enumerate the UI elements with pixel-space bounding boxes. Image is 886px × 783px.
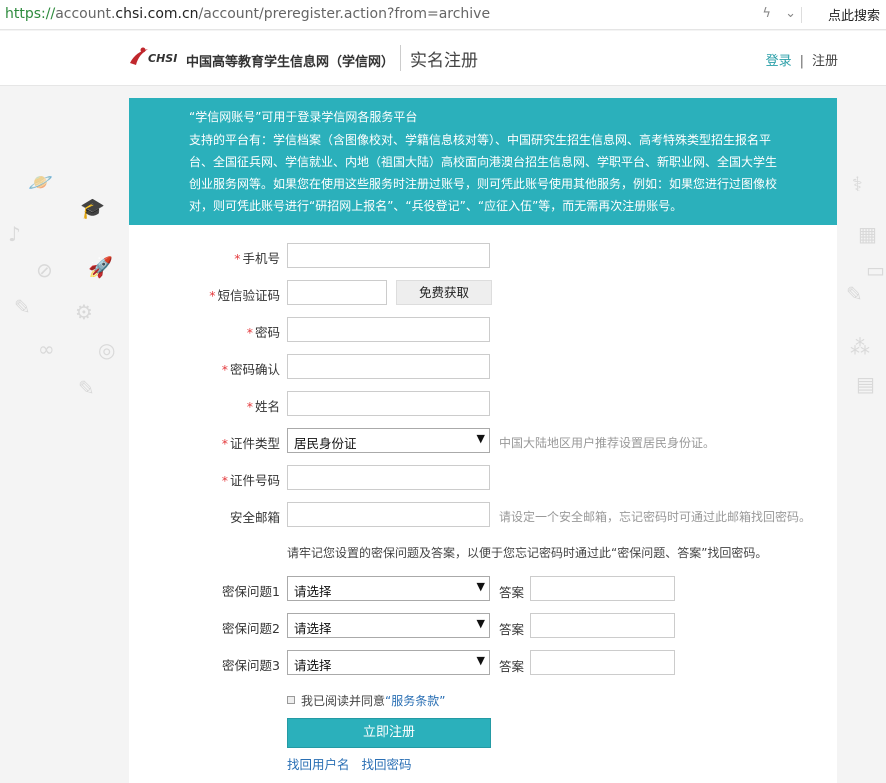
- logo-text-cn[interactable]: 中国高等教育学生信息网（学信网）: [186, 51, 394, 70]
- ruler-icon: ▭: [866, 258, 885, 282]
- id-type-select[interactable]: 居民身份证 ▼: [287, 428, 490, 453]
- phone-row: * 手机号: [129, 243, 837, 269]
- answer-2-input[interactable]: [530, 613, 675, 638]
- question-1-select[interactable]: 请选择 ▼: [287, 576, 490, 601]
- compass-icon: ⊘: [36, 258, 53, 282]
- answer-1-label: 答案: [499, 585, 525, 600]
- dropdown-arrow-icon: ▼: [476, 432, 485, 445]
- recovery-links: 找回用户名 找回密码: [287, 754, 424, 773]
- required-mark: *: [234, 251, 241, 266]
- password-confirm-input[interactable]: [287, 354, 490, 379]
- register-link[interactable]: 注册: [812, 54, 838, 69]
- register-submit-button[interactable]: 立即注册: [287, 718, 491, 748]
- lightning-icon[interactable]: ϟ: [762, 6, 771, 21]
- notice-body: 支持的平台有：学信档案（含图像校对、学籍信息核对等）、中国研究生招生信息网、高考…: [189, 133, 778, 213]
- url-scheme: https://: [5, 6, 56, 22]
- security-question-3-row: 密保问题3 请选择 ▼ 答案: [129, 650, 837, 676]
- question-2-select[interactable]: 请选择 ▼: [287, 613, 490, 638]
- chevron-down-icon[interactable]: ⌄: [785, 6, 796, 21]
- header-divider: [400, 45, 401, 71]
- get-sms-code-button[interactable]: 免费获取: [396, 280, 492, 305]
- glasses-icon: ∞: [38, 337, 55, 361]
- name-input[interactable]: [287, 391, 490, 416]
- email-row: 安全邮箱 请设定一个安全邮箱，忘记密码时可通过此邮箱找回密码。: [129, 502, 837, 528]
- terms-link[interactable]: “服务条款”: [385, 694, 445, 708]
- url-domain: chsi.com.cn: [115, 6, 199, 22]
- stethoscope-icon: ⚕: [852, 172, 863, 196]
- id-number-input[interactable]: [287, 465, 490, 490]
- page-title: 实名注册: [410, 51, 478, 71]
- phone-label: * 手机号: [234, 251, 280, 266]
- site-header: CHSI 中国高等教育学生信息网（学信网） 实名注册 登录 | 注册: [0, 31, 886, 86]
- password-label: * 密码: [246, 325, 280, 340]
- id-type-hint: 中国大陆地区用户推荐设置居民身份证。: [499, 436, 716, 450]
- find-password-link[interactable]: 找回密码: [362, 757, 412, 772]
- search-button[interactable]: 点此搜索: [828, 5, 880, 24]
- question-1-label: 密保问题1: [222, 584, 280, 599]
- name-row: * 姓名: [129, 391, 837, 417]
- security-question-1-row: 密保问题1 请选择 ▼ 答案: [129, 576, 837, 602]
- toolbar-divider: [801, 7, 802, 23]
- login-link[interactable]: 登录: [766, 54, 792, 69]
- agree-checkbox[interactable]: [287, 696, 295, 704]
- book-icon: ▤: [856, 372, 875, 396]
- notice-banner: “学信网账号”可用于登录学信网各服务平台 支持的平台有：学信档案（含图像校对、学…: [129, 98, 837, 225]
- question-2-label: 密保问题2: [222, 621, 280, 636]
- pencil-icon: ✎: [14, 295, 31, 319]
- rocket-icon: 🚀: [88, 255, 113, 279]
- find-username-link[interactable]: 找回用户名: [287, 757, 350, 772]
- password-confirm-row: * 密码确认: [129, 354, 837, 380]
- security-question-note: 请牢记您设置的密保问题及答案，以便于您忘记密码时通过此“密保问题、答案”找回密码…: [287, 546, 768, 560]
- question-3-select[interactable]: 请选择 ▼: [287, 650, 490, 675]
- dropdown-arrow-icon: ▼: [476, 580, 485, 593]
- molecule-icon: ⁂: [850, 335, 870, 359]
- email-input[interactable]: [287, 502, 490, 527]
- logo-text-en: CHSI: [148, 52, 178, 65]
- pen-icon: ✎: [78, 376, 95, 400]
- email-hint: 请设定一个安全邮箱，忘记密码时可通过此邮箱找回密码。: [499, 510, 812, 524]
- graduation-cap-icon: 🎓: [80, 196, 105, 220]
- security-question-2-row: 密保问题2 请选择 ▼ 答案: [129, 613, 837, 639]
- registration-panel: “学信网账号”可用于登录学信网各服务平台 支持的平台有：学信档案（含图像校对、学…: [129, 98, 837, 783]
- dropdown-arrow-icon: ▼: [476, 654, 485, 667]
- sms-label: * 短信验证码: [209, 288, 280, 303]
- question-3-label: 密保问题3: [222, 658, 280, 673]
- agree-text: 我已阅读并同意: [301, 694, 386, 708]
- camera-icon: ◎: [98, 338, 116, 362]
- browser-address-bar[interactable]: https://account.chsi.com.cn/account/prer…: [0, 0, 886, 30]
- link-separator: |: [799, 54, 804, 69]
- id-number-label: * 证件号码: [221, 473, 280, 488]
- answer-2-label: 答案: [499, 622, 525, 637]
- url-path: /account/preregister.action?from=archive: [198, 6, 491, 22]
- music-note-icon: ♪: [8, 222, 21, 246]
- calculator-icon: ▦: [858, 222, 877, 246]
- answer-3-input[interactable]: [530, 650, 675, 675]
- header-links: 登录 | 注册: [766, 50, 838, 69]
- sms-row: * 短信验证码 免费获取: [129, 280, 837, 306]
- name-label: * 姓名: [246, 399, 280, 414]
- terms-agreement: 我已阅读并同意“服务条款”: [287, 692, 445, 709]
- answer-1-input[interactable]: [530, 576, 675, 601]
- pen-icon: ✎: [846, 282, 863, 306]
- answer-3-label: 答案: [499, 659, 525, 674]
- sms-code-input[interactable]: [287, 280, 387, 305]
- id-type-row: * 证件类型 居民身份证 ▼ 中国大陆地区用户推荐设置居民身份证。: [129, 428, 837, 454]
- password-confirm-label: * 密码确认: [221, 362, 280, 377]
- gear-icon: ⚙: [75, 300, 93, 324]
- url-prefix: account.: [55, 6, 116, 22]
- url-text[interactable]: https://account.chsi.com.cn/account/prer…: [5, 5, 490, 23]
- password-input[interactable]: [287, 317, 490, 342]
- id-type-label: * 证件类型: [221, 436, 280, 451]
- chsi-logo-icon: [130, 47, 148, 65]
- planet-icon: 🪐: [28, 170, 53, 194]
- phone-input[interactable]: [287, 243, 490, 268]
- notice-title: “学信网账号”可用于登录学信网各服务平台: [189, 110, 418, 124]
- dropdown-arrow-icon: ▼: [476, 617, 485, 630]
- id-number-row: * 证件号码: [129, 465, 837, 491]
- password-row: * 密码: [129, 317, 837, 343]
- email-label: 安全邮箱: [229, 510, 280, 525]
